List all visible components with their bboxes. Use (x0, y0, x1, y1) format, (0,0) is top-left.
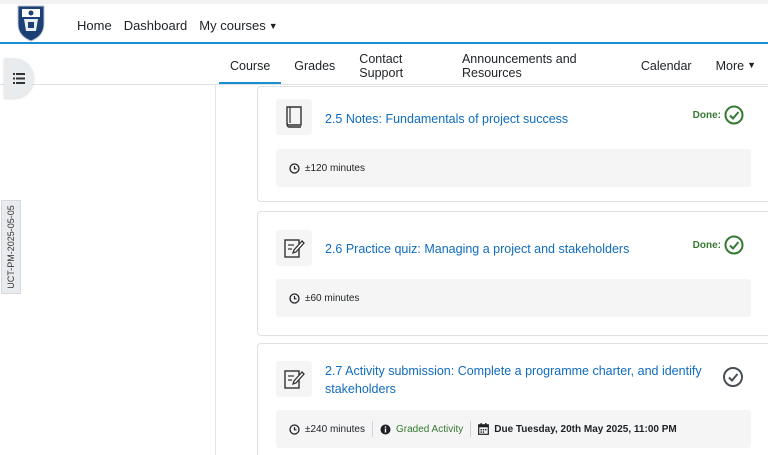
watermark-text: UCT-PM-2025-05-05 (6, 205, 16, 289)
nav-my-courses[interactable]: My courses ▼ (199, 18, 289, 33)
nav-my-courses-label: My courses (199, 18, 266, 33)
activity-link[interactable]: 2.6 Practice quiz: Managing a project an… (325, 240, 705, 258)
completion-status: Done: (693, 105, 744, 125)
separator (470, 421, 472, 437)
university-logo[interactable] (16, 4, 46, 42)
tab-course[interactable]: Course (218, 46, 282, 85)
tab-contact-support[interactable]: Contact Support (347, 46, 450, 85)
graded-badge: Graded Activity (380, 424, 463, 435)
activity-info: ±120 minutes (276, 149, 751, 187)
tab-calendar-label: Calendar (640, 58, 692, 73)
secondary-nav-border (0, 84, 768, 85)
separator (371, 421, 373, 437)
check-circle-icon (724, 235, 744, 255)
duration: ±60 minutes (289, 293, 359, 304)
due-date-text: Due Tuesday, 20th May 2025, 11:00 PM (494, 423, 677, 435)
tab-contact-support-label: Contact Support (359, 51, 404, 80)
tab-announcements[interactable]: Announcements and Resources (450, 46, 629, 85)
tab-announcements-label: Announcements and Resources (461, 51, 577, 80)
assignment-icon-box (276, 361, 312, 397)
tab-more[interactable]: More ▼ (704, 46, 768, 85)
assignment-icon (284, 370, 305, 389)
book-icon (286, 106, 302, 128)
duration-text: ±120 minutes (305, 162, 365, 174)
date-watermark: UCT-PM-2025-05-05 (1, 200, 21, 294)
due-date: Due Tuesday, 20th May 2025, 11:00 PM (478, 423, 677, 435)
info-icon (380, 424, 391, 435)
duration: ±240 minutes (289, 424, 365, 435)
top-navbar: Home Dashboard My courses ▼ (0, 0, 768, 44)
nav-dashboard[interactable]: Dashboard (124, 18, 188, 33)
chevron-down-icon: ▼ (747, 59, 756, 70)
completion-label: Done: (692, 109, 721, 121)
course-index-toggle[interactable] (4, 58, 34, 98)
nav-home[interactable]: Home (77, 18, 112, 33)
check-circle-icon (724, 105, 744, 125)
completion-status-pending[interactable] (722, 366, 744, 388)
quiz-icon (284, 239, 305, 258)
page-icon-box (276, 99, 312, 135)
activity-link[interactable]: 2.5 Notes: Fundamentals of project succe… (325, 110, 705, 128)
clock-icon (289, 292, 300, 304)
duration-text: ±60 minutes (305, 292, 360, 304)
activity-link[interactable]: 2.7 Activity submission: Complete a prog… (325, 362, 705, 398)
list-icon (13, 72, 25, 84)
quiz-icon-box (276, 230, 312, 266)
top-stripe (0, 0, 768, 4)
activity-card: 2.5 Notes: Fundamentals of project succe… (257, 86, 768, 202)
clock-icon (289, 162, 300, 174)
activity-info: ±60 minutes (276, 279, 751, 317)
completion-status: Done: (693, 235, 744, 255)
tab-course-label: Course (230, 58, 271, 73)
drawer-divider (215, 85, 216, 455)
clock-icon (289, 423, 300, 435)
tab-calendar[interactable]: Calendar (629, 46, 704, 85)
activity-card: 2.6 Practice quiz: Managing a project an… (257, 211, 768, 336)
chevron-down-icon: ▼ (268, 21, 278, 31)
activity-info: ±240 minutes Graded Activity Due Tuesday… (276, 410, 751, 448)
duration-text: ±240 minutes (305, 423, 365, 435)
graded-text: Graded Activity (395, 423, 464, 435)
duration: ±120 minutes (289, 163, 365, 174)
tab-grades[interactable]: Grades (282, 46, 347, 85)
completion-label: Done: (692, 239, 721, 251)
calendar-icon (478, 423, 490, 435)
tab-grades-label: Grades (294, 58, 336, 73)
check-circle-outline-icon (723, 367, 743, 387)
course-secondary-nav: Course Grades Contact Support Announceme… (218, 46, 768, 85)
primary-nav: Home Dashboard My courses ▼ (77, 18, 302, 33)
activity-card: 2.7 Activity submission: Complete a prog… (257, 343, 768, 455)
tab-more-label: More (715, 58, 745, 73)
